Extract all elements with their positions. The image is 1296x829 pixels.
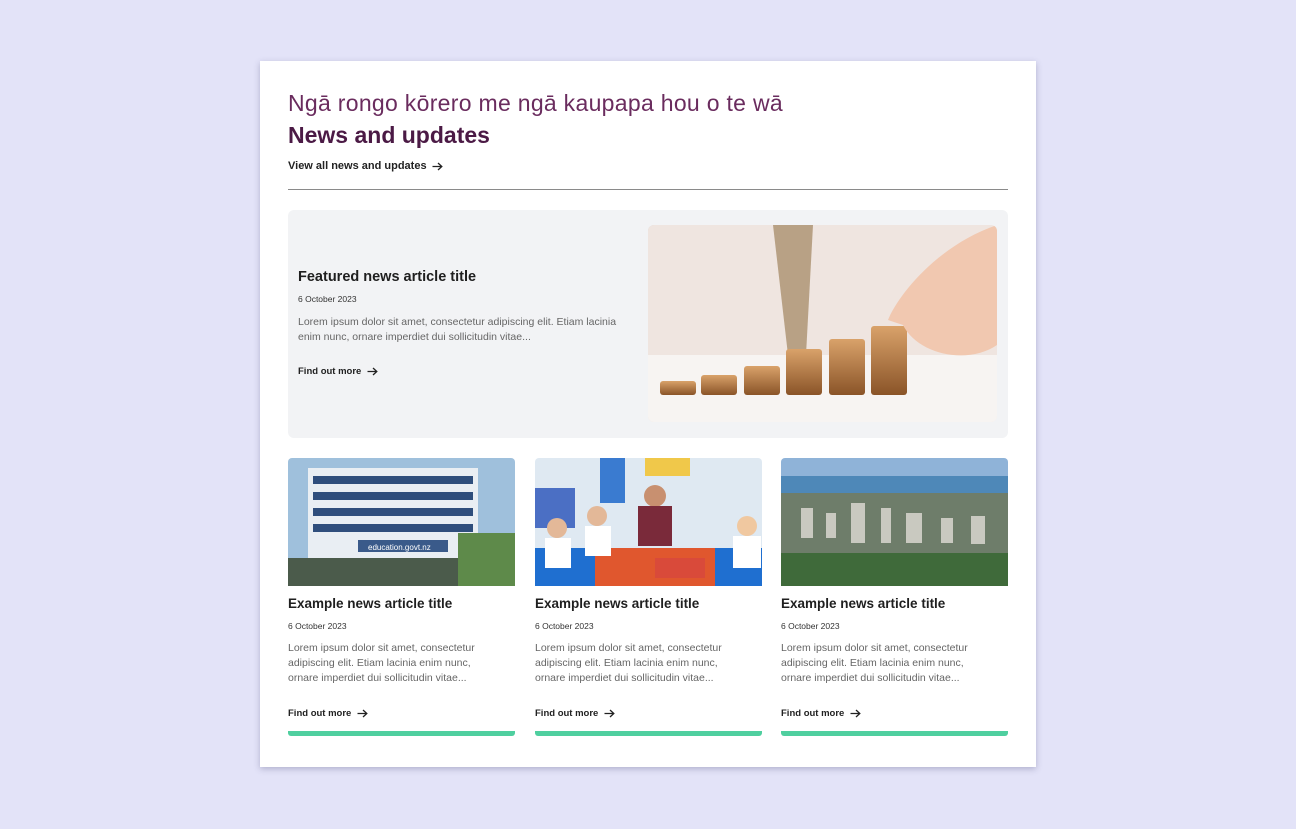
news-card[interactable]: Example news article title 6 October 202… (535, 458, 762, 737)
find-out-more-label: Find out more (288, 708, 352, 719)
news-card-title: Example news article title (535, 596, 700, 611)
news-card-excerpt: Lorem ipsum dolor sit amet, consectetur … (535, 642, 722, 684)
arrow-right-icon (604, 709, 616, 718)
card-accent-bar (288, 731, 515, 736)
news-panel: Ngā rongo kōrero me ngā kaupapa hou o te… (260, 61, 1036, 767)
find-out-more-label: Find out more (535, 708, 599, 719)
city-aerial-icon (781, 458, 1008, 586)
coins-stack-icon (648, 225, 997, 422)
arrow-right-icon (850, 709, 862, 718)
news-card-date: 6 October 2023 (288, 621, 347, 631)
news-card-date: 6 October 2023 (781, 621, 840, 631)
news-card-excerpt: Lorem ipsum dolor sit amet, consectetur … (288, 642, 475, 684)
news-card-title: Example news article title (781, 596, 946, 611)
arrow-right-icon (432, 162, 443, 170)
building-sign-text: education.govt.nz (368, 543, 431, 552)
featured-article[interactable]: Featured news article title 6 October 20… (288, 210, 1008, 438)
news-card-find-out-more-link[interactable]: Find out more (781, 708, 862, 719)
view-all-news-link[interactable]: View all news and updates (288, 160, 443, 172)
featured-article-excerpt: Lorem ipsum dolor sit amet, consectetur … (298, 316, 617, 343)
find-out-more-label: Find out more (298, 366, 362, 377)
section-title: News and updates (288, 122, 490, 148)
featured-article-date: 6 October 2023 (298, 294, 357, 304)
section-subtitle: Ngā rongo kōrero me ngā kaupapa hou o te… (288, 90, 783, 116)
featured-article-image (648, 225, 997, 422)
news-card-find-out-more-link[interactable]: Find out more (288, 708, 369, 719)
news-card-title: Example news article title (288, 596, 453, 611)
arrow-right-icon (367, 367, 379, 376)
building-icon: education.govt.nz (288, 458, 515, 586)
view-all-label: View all news and updates (288, 160, 427, 172)
news-card-find-out-more-link[interactable]: Find out more (535, 708, 616, 719)
news-card-date: 6 October 2023 (535, 621, 594, 631)
featured-article-title: Featured news article title (298, 269, 477, 285)
card-accent-bar (781, 731, 1008, 736)
arrow-right-icon (357, 709, 369, 718)
section-divider (288, 189, 1008, 190)
card-accent-bar (535, 731, 762, 736)
classroom-icon (535, 458, 762, 586)
news-card-excerpt: Lorem ipsum dolor sit amet, consectetur … (781, 642, 968, 684)
featured-find-out-more-link[interactable]: Find out more (298, 366, 379, 377)
news-card[interactable]: Example news article title 6 October 202… (781, 458, 1008, 737)
news-card-image (535, 458, 762, 586)
find-out-more-label: Find out more (781, 708, 845, 719)
news-card-image: education.govt.nz (288, 458, 515, 586)
news-card[interactable]: education.govt.nz Example news article t… (288, 458, 515, 737)
news-card-image (781, 458, 1008, 586)
